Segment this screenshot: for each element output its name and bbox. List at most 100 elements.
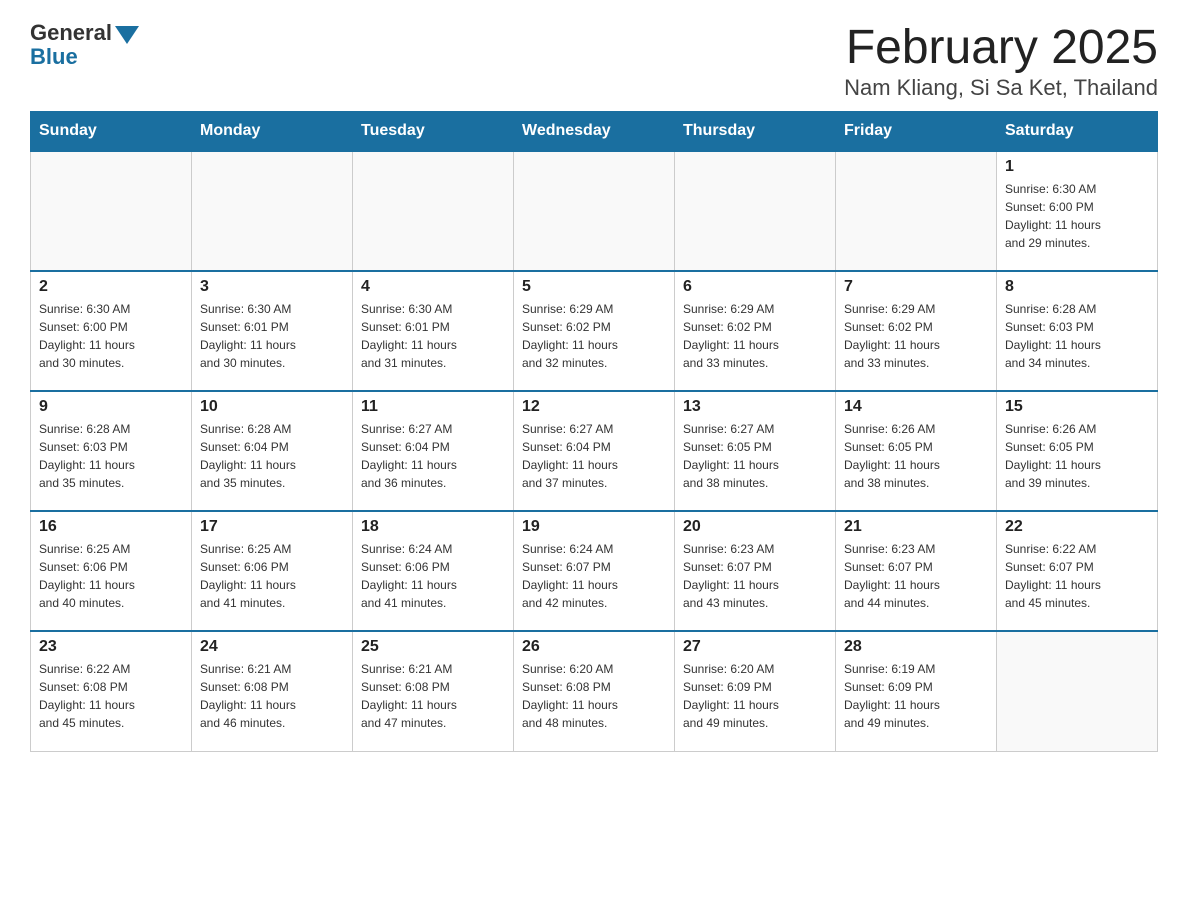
- calendar-cell: 3 Sunrise: 6:30 AMSunset: 6:01 PMDaylight…: [192, 271, 353, 391]
- day-info: Sunrise: 6:25 AMSunset: 6:06 PMDaylight:…: [39, 540, 183, 612]
- calendar-header-monday: Monday: [192, 112, 353, 152]
- day-number: 4: [361, 278, 505, 296]
- day-info: Sunrise: 6:21 AMSunset: 6:08 PMDaylight:…: [200, 660, 344, 732]
- day-info: Sunrise: 6:26 AMSunset: 6:05 PMDaylight:…: [1005, 420, 1149, 492]
- day-info: Sunrise: 6:29 AMSunset: 6:02 PMDaylight:…: [522, 300, 666, 372]
- title-section: February 2025 Nam Kliang, Si Sa Ket, Tha…: [844, 20, 1158, 101]
- calendar-week-row: 23 Sunrise: 6:22 AMSunset: 6:08 PMDayligh…: [31, 631, 1158, 751]
- day-info: Sunrise: 6:29 AMSunset: 6:02 PMDaylight:…: [844, 300, 988, 372]
- calendar-cell: 17 Sunrise: 6:25 AMSunset: 6:06 PMDayligh…: [192, 511, 353, 631]
- calendar-cell: 20Sunrise: 6:23 AMSunset: 6:07 PMDayligh…: [675, 511, 836, 631]
- calendar-cell: 19 Sunrise: 6:24 AMSunset: 6:07 PMDayligh…: [514, 511, 675, 631]
- calendar-week-row: 2 Sunrise: 6:30 AMSunset: 6:00 PMDaylight…: [31, 271, 1158, 391]
- calendar-header-saturday: Saturday: [997, 112, 1158, 152]
- calendar-header-thursday: Thursday: [675, 112, 836, 152]
- calendar-cell: [31, 151, 192, 271]
- day-info: Sunrise: 6:28 AMSunset: 6:03 PMDaylight:…: [1005, 300, 1149, 372]
- calendar-cell: 7 Sunrise: 6:29 AMSunset: 6:02 PMDaylight…: [836, 271, 997, 391]
- calendar-table: SundayMondayTuesdayWednesdayThursdayFrid…: [30, 111, 1158, 752]
- day-info: Sunrise: 6:21 AMSunset: 6:08 PMDaylight:…: [361, 660, 505, 732]
- day-info: Sunrise: 6:27 AMSunset: 6:04 PMDaylight:…: [522, 420, 666, 492]
- day-info: Sunrise: 6:23 AMSunset: 6:07 PMDaylight:…: [683, 540, 827, 612]
- day-number: 10: [200, 398, 344, 416]
- logo-arrow-icon: [115, 26, 139, 44]
- calendar-header-row: SundayMondayTuesdayWednesdayThursdayFrid…: [31, 112, 1158, 152]
- calendar-cell: 9Sunrise: 6:28 AMSunset: 6:03 PMDaylight…: [31, 391, 192, 511]
- day-info: Sunrise: 6:22 AMSunset: 6:08 PMDaylight:…: [39, 660, 183, 732]
- day-number: 28: [844, 638, 988, 656]
- calendar-cell: [675, 151, 836, 271]
- calendar-cell: 2 Sunrise: 6:30 AMSunset: 6:00 PMDaylight…: [31, 271, 192, 391]
- day-number: 11: [361, 398, 505, 416]
- calendar-header-tuesday: Tuesday: [353, 112, 514, 152]
- calendar-cell: 12 Sunrise: 6:27 AMSunset: 6:04 PMDayligh…: [514, 391, 675, 511]
- calendar-cell: [192, 151, 353, 271]
- calendar-cell: 23 Sunrise: 6:22 AMSunset: 6:08 PMDayligh…: [31, 631, 192, 751]
- calendar-week-row: 16 Sunrise: 6:25 AMSunset: 6:06 PMDayligh…: [31, 511, 1158, 631]
- calendar-cell: [353, 151, 514, 271]
- day-number: 3: [200, 278, 344, 296]
- calendar-cell: 13 Sunrise: 6:27 AMSunset: 6:05 PMDayligh…: [675, 391, 836, 511]
- day-number: 5: [522, 278, 666, 296]
- calendar-cell: 27 Sunrise: 6:20 AMSunset: 6:09 PMDayligh…: [675, 631, 836, 751]
- calendar-week-row: 9Sunrise: 6:28 AMSunset: 6:03 PMDaylight…: [31, 391, 1158, 511]
- day-info: Sunrise: 6:22 AMSunset: 6:07 PMDaylight:…: [1005, 540, 1149, 612]
- calendar-cell: 15Sunrise: 6:26 AMSunset: 6:05 PMDayligh…: [997, 391, 1158, 511]
- day-number: 6: [683, 278, 827, 296]
- day-info: Sunrise: 6:28 AMSunset: 6:03 PMDaylight:…: [39, 420, 183, 492]
- day-info: Sunrise: 6:26 AMSunset: 6:05 PMDaylight:…: [844, 420, 988, 492]
- day-number: 26: [522, 638, 666, 656]
- day-info: Sunrise: 6:24 AMSunset: 6:06 PMDaylight:…: [361, 540, 505, 612]
- logo-general-text: General: [30, 20, 112, 46]
- calendar-week-row: 1 Sunrise: 6:30 AMSunset: 6:00 PMDaylight…: [31, 151, 1158, 271]
- day-number: 19: [522, 518, 666, 536]
- calendar-cell: 26Sunrise: 6:20 AMSunset: 6:08 PMDayligh…: [514, 631, 675, 751]
- calendar-cell: 14 Sunrise: 6:26 AMSunset: 6:05 PMDayligh…: [836, 391, 997, 511]
- day-number: 7: [844, 278, 988, 296]
- day-info: Sunrise: 6:30 AMSunset: 6:01 PMDaylight:…: [200, 300, 344, 372]
- day-number: 17: [200, 518, 344, 536]
- day-number: 18: [361, 518, 505, 536]
- day-number: 21: [844, 518, 988, 536]
- calendar-cell: 22Sunrise: 6:22 AMSunset: 6:07 PMDayligh…: [997, 511, 1158, 631]
- day-number: 24: [200, 638, 344, 656]
- page-header: General Blue February 2025 Nam Kliang, S…: [30, 20, 1158, 101]
- calendar-header-wednesday: Wednesday: [514, 112, 675, 152]
- day-number: 25: [361, 638, 505, 656]
- logo: General Blue: [30, 20, 139, 70]
- day-number: 1: [1005, 158, 1149, 176]
- day-info: Sunrise: 6:29 AMSunset: 6:02 PMDaylight:…: [683, 300, 827, 372]
- calendar-header-sunday: Sunday: [31, 112, 192, 152]
- calendar-header-friday: Friday: [836, 112, 997, 152]
- calendar-cell: 5 Sunrise: 6:29 AMSunset: 6:02 PMDaylight…: [514, 271, 675, 391]
- calendar-cell: 10Sunrise: 6:28 AMSunset: 6:04 PMDayligh…: [192, 391, 353, 511]
- day-number: 12: [522, 398, 666, 416]
- day-number: 2: [39, 278, 183, 296]
- day-number: 27: [683, 638, 827, 656]
- calendar-cell: 8 Sunrise: 6:28 AMSunset: 6:03 PMDaylight…: [997, 271, 1158, 391]
- calendar-cell: 21 Sunrise: 6:23 AMSunset: 6:07 PMDayligh…: [836, 511, 997, 631]
- calendar-cell: 28Sunrise: 6:19 AMSunset: 6:09 PMDayligh…: [836, 631, 997, 751]
- day-info: Sunrise: 6:27 AMSunset: 6:05 PMDaylight:…: [683, 420, 827, 492]
- day-info: Sunrise: 6:20 AMSunset: 6:09 PMDaylight:…: [683, 660, 827, 732]
- day-number: 14: [844, 398, 988, 416]
- day-number: 8: [1005, 278, 1149, 296]
- calendar-cell: 1 Sunrise: 6:30 AMSunset: 6:00 PMDaylight…: [997, 151, 1158, 271]
- calendar-cell: [514, 151, 675, 271]
- location: Nam Kliang, Si Sa Ket, Thailand: [844, 75, 1158, 101]
- day-number: 16: [39, 518, 183, 536]
- calendar-cell: 16 Sunrise: 6:25 AMSunset: 6:06 PMDayligh…: [31, 511, 192, 631]
- day-info: Sunrise: 6:27 AMSunset: 6:04 PMDaylight:…: [361, 420, 505, 492]
- day-number: 23: [39, 638, 183, 656]
- day-info: Sunrise: 6:23 AMSunset: 6:07 PMDaylight:…: [844, 540, 988, 612]
- calendar-cell: 25 Sunrise: 6:21 AMSunset: 6:08 PMDayligh…: [353, 631, 514, 751]
- day-number: 13: [683, 398, 827, 416]
- calendar-cell: 18 Sunrise: 6:24 AMSunset: 6:06 PMDayligh…: [353, 511, 514, 631]
- day-info: Sunrise: 6:25 AMSunset: 6:06 PMDaylight:…: [200, 540, 344, 612]
- logo-blue-text: Blue: [30, 44, 78, 70]
- month-title: February 2025: [844, 20, 1158, 75]
- day-info: Sunrise: 6:24 AMSunset: 6:07 PMDaylight:…: [522, 540, 666, 612]
- day-info: Sunrise: 6:30 AMSunset: 6:00 PMDaylight:…: [39, 300, 183, 372]
- day-info: Sunrise: 6:30 AMSunset: 6:00 PMDaylight:…: [1005, 180, 1149, 252]
- calendar-cell: 11 Sunrise: 6:27 AMSunset: 6:04 PMDayligh…: [353, 391, 514, 511]
